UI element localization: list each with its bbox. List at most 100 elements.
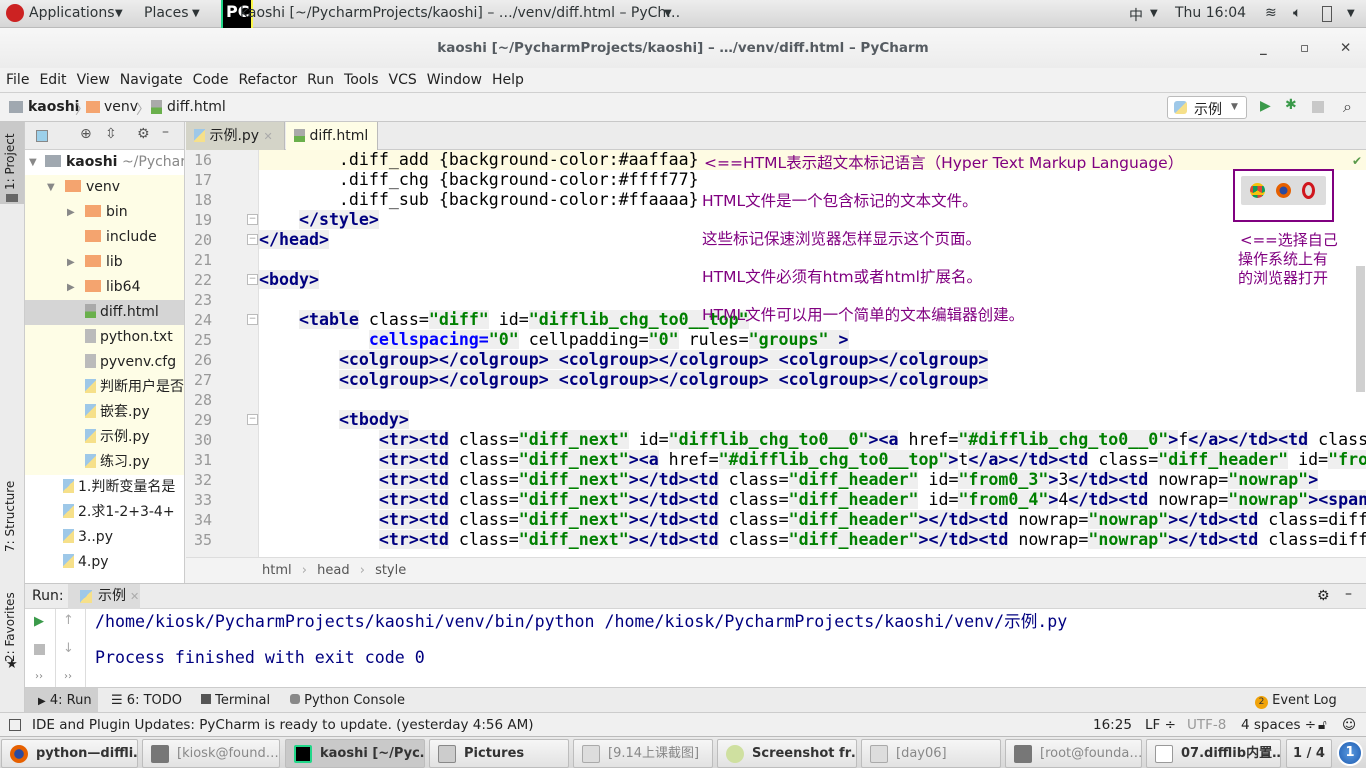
tree-item[interactable]: 3..py: [25, 525, 184, 550]
chrome-icon[interactable]: [1250, 183, 1265, 198]
tree-item[interactable]: 练习.py: [25, 450, 184, 475]
line-separator[interactable]: LF ÷: [1145, 713, 1176, 737]
wifi-icon[interactable]: ≋: [1265, 5, 1277, 21]
minimize-button[interactable]: _: [1260, 28, 1267, 68]
clock[interactable]: Thu 16:04: [1175, 5, 1246, 21]
terminal-tool-button[interactable]: Terminal: [201, 688, 270, 713]
task-pycharm[interactable]: kaoshi [~/Pyc…: [285, 739, 425, 768]
fold-icon[interactable]: −: [247, 214, 258, 225]
menu-code[interactable]: Code: [193, 68, 229, 93]
close-tab-icon[interactable]: ✕: [264, 130, 273, 143]
arrow-up-icon[interactable]: ↑: [63, 613, 74, 628]
menu-help[interactable]: Help: [492, 68, 524, 93]
arrow-down-icon[interactable]: ↓: [63, 641, 74, 656]
tree-item[interactable]: diff.html: [25, 300, 184, 325]
run-tool-button[interactable]: ▶ 4: Run: [25, 688, 98, 712]
event-log-button[interactable]: 2 Event Log: [1255, 688, 1337, 713]
nav-crumb-kaoshi[interactable]: kaoshi: [28, 99, 79, 115]
task-class-screenshots[interactable]: [9.14上课截图]: [573, 739, 713, 768]
tree-item[interactable]: 示例.py: [25, 425, 184, 450]
volume-muted-icon[interactable]: 🔈︎: [1293, 5, 1301, 21]
menu-edit[interactable]: Edit: [39, 68, 66, 93]
gear-icon[interactable]: ⚙: [1317, 584, 1330, 609]
tree-item[interactable]: ▶ lib64: [25, 275, 184, 300]
run-tab-example[interactable]: 示例 ✕: [68, 584, 140, 609]
menu-vcs[interactable]: VCS: [389, 68, 417, 93]
tree-item[interactable]: 1.判断变量名是: [25, 475, 184, 500]
firefox-icon[interactable]: [1276, 183, 1291, 198]
tree-item[interactable]: python.txt: [25, 325, 184, 350]
hide-icon[interactable]: –: [1345, 582, 1352, 607]
tree-item[interactable]: ▶ bin: [25, 200, 184, 225]
chevron-down-icon[interactable]: ▼: [1347, 8, 1355, 19]
fold-icon[interactable]: −: [247, 414, 258, 425]
nav-crumb-venv[interactable]: venv: [104, 99, 138, 115]
close-tab-icon[interactable]: ✕: [130, 584, 139, 609]
menu-run[interactable]: Run: [307, 68, 334, 93]
project-tool-button[interactable]: 1: Project: [0, 122, 24, 204]
debug-icon[interactable]: ✱: [1285, 97, 1297, 113]
stop-icon[interactable]: [1312, 101, 1324, 113]
fold-icon[interactable]: −: [247, 234, 258, 245]
caret-position[interactable]: 16:25: [1093, 713, 1132, 737]
crumb-style[interactable]: style: [375, 563, 406, 578]
collapsed-arrow-icon[interactable]: ▶: [67, 250, 75, 275]
tab-example-py[interactable]: 示例.py ✕: [186, 122, 285, 150]
tree-item[interactable]: ▼ kaoshi ~/Pycharm: [25, 150, 184, 175]
expanded-arrow-icon[interactable]: ▼: [47, 175, 55, 200]
hide-icon[interactable]: –: [162, 124, 169, 140]
python-console-tool-button[interactable]: Python Console: [290, 688, 405, 713]
collapsed-arrow-icon[interactable]: ▶: [67, 275, 75, 300]
expanded-arrow-icon[interactable]: ▼: [29, 150, 37, 175]
notification-badge[interactable]: 1: [1337, 740, 1363, 766]
todo-tool-button[interactable]: ☰ 6: TODO: [111, 688, 182, 713]
hector-icon[interactable]: ☺: [1342, 713, 1356, 737]
places-menu[interactable]: Places: [144, 5, 189, 21]
task-screenshot[interactable]: Screenshot fr…: [717, 739, 857, 768]
crumb-html[interactable]: html: [262, 563, 292, 578]
menu-view[interactable]: View: [77, 68, 110, 93]
rerun-icon[interactable]: ▶: [34, 614, 44, 629]
tree-item[interactable]: include: [25, 225, 184, 250]
tree-item[interactable]: pyvenv.cfg: [25, 350, 184, 375]
tree-item[interactable]: 4.py: [25, 550, 184, 575]
search-icon[interactable]: ⌕: [1343, 97, 1352, 117]
tree-item[interactable]: 2.求1-2+3-4+: [25, 500, 184, 525]
maximize-button[interactable]: ▫: [1300, 28, 1309, 68]
view-mode-icon[interactable]: [36, 130, 48, 142]
active-window-title[interactable]: kaoshi [~/PycharmProjects/kaoshi] – …/ve…: [240, 5, 680, 21]
file-encoding[interactable]: UTF-8: [1187, 713, 1226, 737]
applications-menu[interactable]: Applications: [29, 5, 115, 21]
favorites-tool-button[interactable]: 2: Favorites: [3, 592, 17, 662]
status-message[interactable]: IDE and Plugin Updates: PyCharm is ready…: [32, 713, 534, 737]
tool-windows-icon[interactable]: [9, 719, 21, 731]
battery-icon[interactable]: [1322, 6, 1332, 22]
fold-icon[interactable]: −: [247, 314, 258, 325]
tree-item[interactable]: 嵌套.py: [25, 400, 184, 425]
nav-crumb-diff-html[interactable]: diff.html: [167, 99, 226, 115]
opera-icon[interactable]: [1302, 182, 1315, 199]
tab-diff-html[interactable]: diff.html ✕: [286, 122, 378, 171]
fold-icon[interactable]: −: [247, 274, 258, 285]
structure-tool-button[interactable]: 7: Structure: [3, 481, 17, 552]
collapse-all-icon[interactable]: ⇳: [105, 126, 117, 142]
task-day06[interactable]: [day06]: [861, 739, 1001, 768]
close-button[interactable]: ✕: [1340, 28, 1351, 68]
menu-window[interactable]: Window: [427, 68, 482, 93]
input-method-indicator[interactable]: 中: [1129, 5, 1143, 25]
task-pictures[interactable]: Pictures: [429, 739, 569, 768]
task-terminal-root[interactable]: [root@founda…: [1005, 739, 1142, 768]
menu-refactor[interactable]: Refactor: [238, 68, 297, 93]
more-icon[interactable]: ››: [35, 671, 43, 682]
crumb-head[interactable]: head: [317, 563, 349, 578]
task-text-editor[interactable]: 07.difflib内置…: [1146, 739, 1281, 768]
task-terminal-kiosk[interactable]: [kiosk@found…: [142, 739, 280, 768]
task-firefox[interactable]: python—diffli…: [1, 739, 138, 768]
indent-setting[interactable]: 4 spaces ÷: [1241, 713, 1316, 737]
gear-icon[interactable]: ⚙: [137, 126, 150, 142]
menu-tools[interactable]: Tools: [344, 68, 379, 93]
tree-item[interactable]: ▶ lib: [25, 250, 184, 275]
run-config-select[interactable]: 示例 ▼: [1167, 96, 1247, 119]
tree-item[interactable]: ▼ venv: [25, 175, 184, 200]
run-icon[interactable]: ▶: [1260, 98, 1271, 114]
